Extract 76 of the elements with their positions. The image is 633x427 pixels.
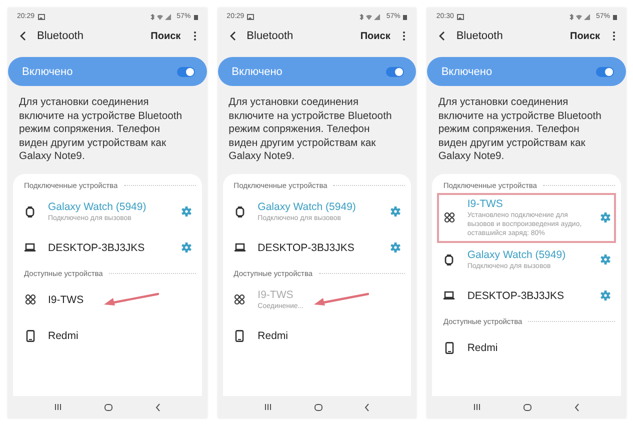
screen-title: Bluetooth <box>246 30 294 42</box>
image-icon <box>456 14 464 20</box>
toggle-label: Включено <box>441 66 492 78</box>
watch-icon <box>444 254 454 266</box>
battery-icon <box>194 14 198 20</box>
laptop-icon <box>234 243 246 252</box>
more-icon[interactable] <box>612 31 616 41</box>
image-icon <box>247 14 254 20</box>
device-name: Redmi <box>48 330 80 342</box>
back-icon[interactable] <box>228 31 237 41</box>
device-row[interactable]: I9-TWS <box>19 282 196 318</box>
settings-icon[interactable] <box>390 242 402 253</box>
recents-icon[interactable] <box>264 403 272 411</box>
battery-icon <box>613 14 618 20</box>
settings-icon[interactable] <box>600 212 612 223</box>
device-row[interactable]: DESKTOP-3BJ3JKS <box>228 230 406 266</box>
settings-icon[interactable] <box>180 206 192 217</box>
device-name: DESKTOP-3BJ3JKS <box>48 242 146 254</box>
search-link[interactable]: Поиск <box>570 30 600 42</box>
back-icon[interactable] <box>438 31 446 41</box>
home-icon[interactable] <box>523 402 532 412</box>
watch-icon <box>234 206 245 218</box>
toggle-switch[interactable] <box>176 66 195 76</box>
toggle-switch[interactable] <box>596 66 614 76</box>
signal-icons <box>569 14 593 20</box>
back-nav-icon[interactable] <box>154 402 161 412</box>
toggle-label: Включено <box>232 66 282 78</box>
more-icon[interactable] <box>192 31 197 41</box>
device-name: Galaxy Watch (5949) <box>258 200 357 212</box>
laptop-icon <box>443 291 456 300</box>
toggle-switch[interactable] <box>386 66 404 76</box>
home-icon[interactable] <box>104 402 113 412</box>
device-name: DESKTOP-3BJ3JKS <box>467 290 566 302</box>
device-row[interactable]: Redmi <box>19 318 196 354</box>
phone-icon <box>26 330 34 342</box>
device-name: I9-TWS <box>48 294 85 306</box>
recents-icon[interactable] <box>54 403 62 411</box>
settings-icon[interactable] <box>390 206 402 217</box>
device-row[interactable]: Redmi <box>438 330 616 366</box>
home-icon[interactable] <box>314 402 322 412</box>
device-name: Galaxy Watch (5949) <box>48 200 148 212</box>
watch-icon <box>25 206 35 218</box>
signal-icons <box>150 14 174 20</box>
battery-icon <box>403 14 408 20</box>
description-text: Для установки соединения включите на устройстве Bluetooth режим сопряжения. Телефон виден другим устройствам как Galaxy Note9. <box>228 96 393 164</box>
settings-icon[interactable] <box>600 254 612 265</box>
device-name: I9-TWS <box>467 198 504 210</box>
back-nav-icon[interactable] <box>574 402 580 412</box>
device-row[interactable]: DESKTOP-3BJ3JKS <box>19 230 196 266</box>
phone-icon <box>235 330 244 342</box>
search-link[interactable]: Поиск <box>360 30 390 42</box>
search-link[interactable]: Поиск <box>150 30 181 42</box>
device-row[interactable]: Redmi <box>228 318 406 354</box>
toggle-label: Включено <box>22 66 73 78</box>
back-icon[interactable] <box>19 31 27 41</box>
back-nav-icon[interactable] <box>364 402 370 412</box>
image-icon <box>38 14 45 20</box>
earbuds-icon <box>444 212 455 223</box>
phone-icon <box>444 342 454 354</box>
description-text: Для установки соединения включите на устройстве Bluetooth режим сопряжения. Телефон виден другим устройствам как Galaxy Note9. <box>438 96 602 164</box>
laptop-icon <box>24 243 36 252</box>
earbuds-icon <box>234 294 246 305</box>
description-text: Для установки соединения включите на устройстве Bluetooth режим сопряжения. Телефон виден другим устройствам как Galaxy Note9. <box>19 96 184 164</box>
screen-title: Bluetooth <box>456 30 503 42</box>
earbuds-icon <box>24 294 36 305</box>
device-name: DESKTOP-3BJ3JKS <box>258 242 356 254</box>
screen-title: Bluetooth <box>37 30 84 42</box>
device-name: Redmi <box>258 330 290 342</box>
recents-icon[interactable] <box>473 403 482 411</box>
settings-icon[interactable] <box>180 242 192 253</box>
settings-icon[interactable] <box>600 290 612 301</box>
device-name: Galaxy Watch (5949) <box>467 248 567 260</box>
device-name: Redmi <box>467 342 499 354</box>
device-row[interactable]: DESKTOP-3BJ3JKS <box>438 278 616 314</box>
more-icon[interactable] <box>402 31 406 41</box>
device-name: I9-TWS <box>258 288 294 300</box>
